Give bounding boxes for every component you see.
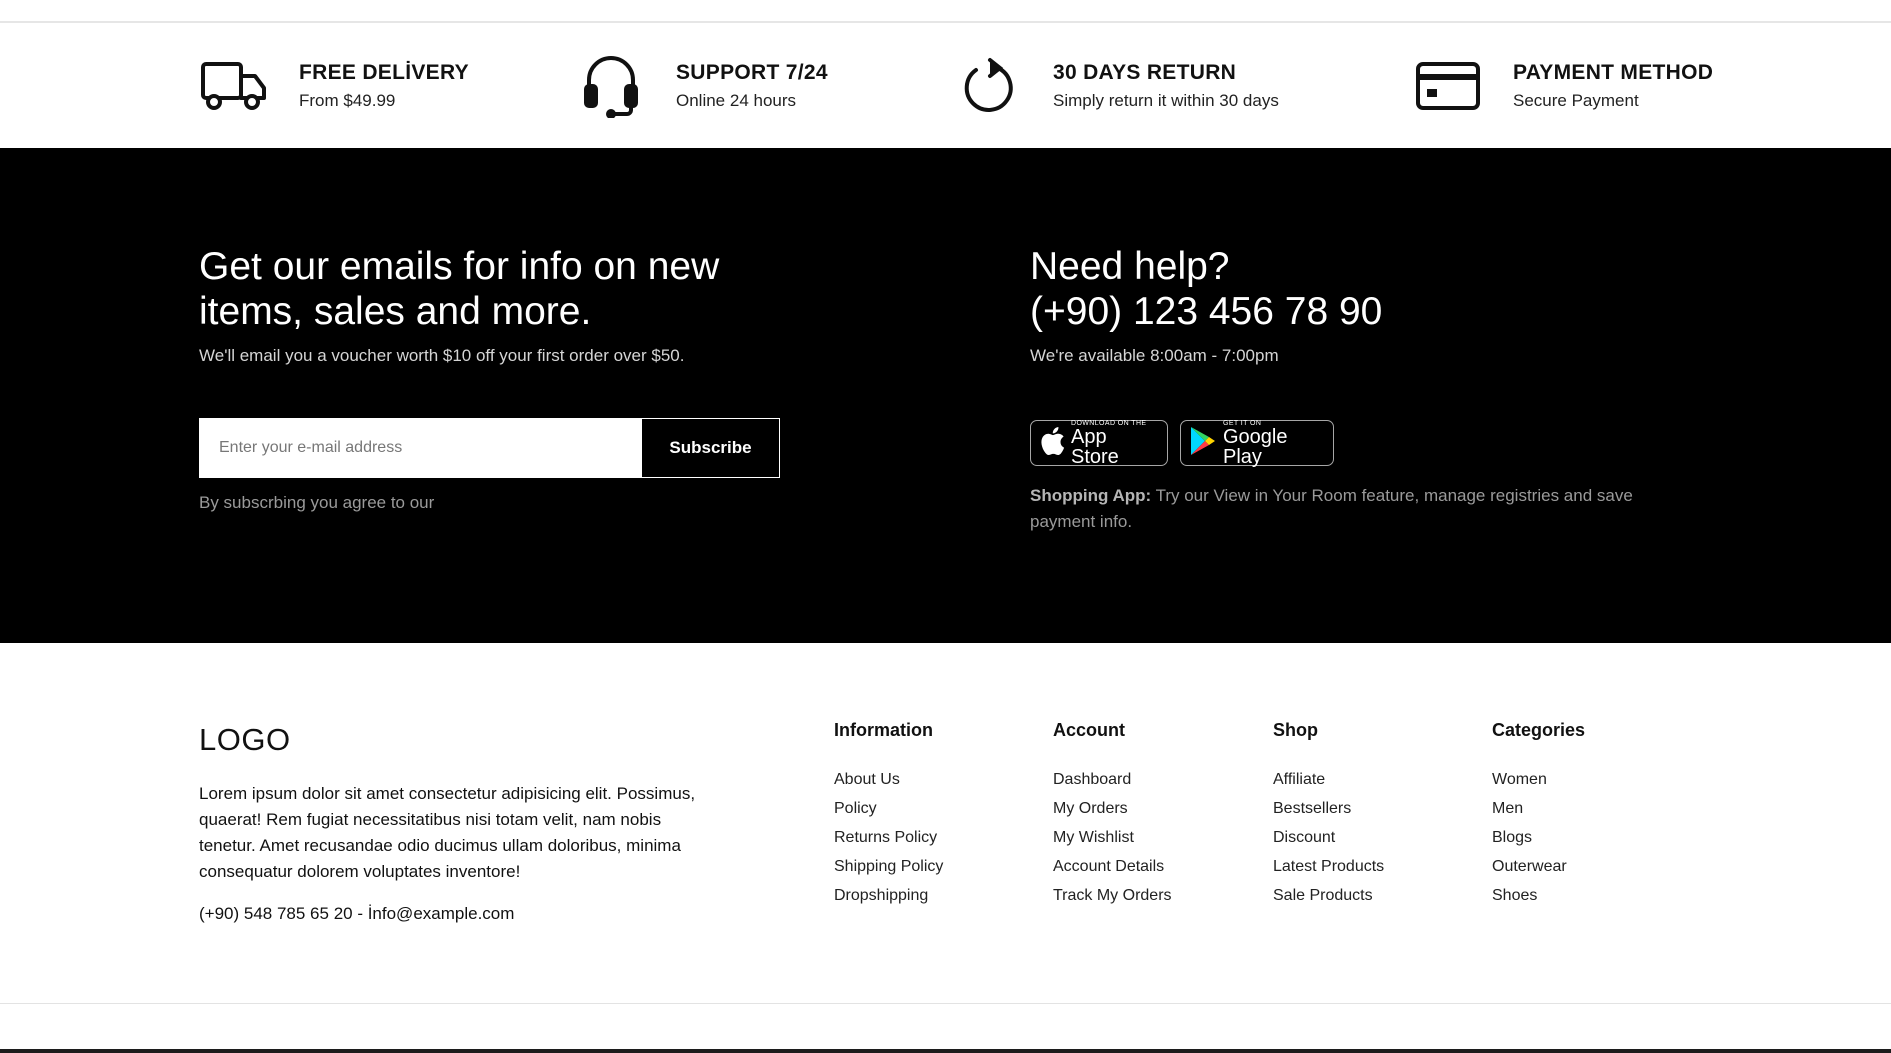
feature-title: FREE DELİVERY — [299, 61, 469, 84]
footer-link[interactable]: Latest Products — [1273, 852, 1384, 881]
feature-title: 30 DAYS RETURN — [1053, 61, 1237, 84]
footer-column-information: Information About Us Policy Returns Poli… — [834, 720, 943, 910]
site-footer: LOGO Lorem ipsum dolor sit amet consecte… — [0, 643, 1891, 1003]
feature-payment: PAYMENT METHOD Secure Payment — [1413, 49, 1713, 123]
footer-column-title: Information — [834, 720, 933, 740]
footer-link[interactable]: Bestsellers — [1273, 794, 1384, 823]
feature-title: SUPPORT 7/24 — [676, 61, 828, 84]
headset-icon — [576, 56, 646, 118]
shopping-app-description: Shopping App: Try our View in Your Room … — [1030, 483, 1670, 535]
feature-support: SUPPORT 7/24 Online 24 hours — [576, 49, 828, 123]
feature-title: PAYMENT METHOD — [1513, 61, 1714, 84]
footer-link[interactable]: Shoes — [1492, 881, 1585, 910]
footer-column-title: Account — [1053, 720, 1125, 740]
google-play-icon — [1189, 426, 1217, 461]
google-play-badge[interactable]: GET IT ON Google Play — [1180, 420, 1334, 468]
footer-link[interactable]: My Wishlist — [1053, 823, 1172, 852]
footer-link[interactable]: Account Details — [1053, 852, 1172, 881]
footer-column-shop: Shop Affiliate Bestsellers Discount Late… — [1273, 720, 1384, 910]
credit-card-icon — [1413, 56, 1483, 116]
footer-link[interactable]: Shipping Policy — [834, 852, 943, 881]
google-play-label: Google Play — [1223, 425, 1288, 468]
footer-link[interactable]: Affiliate — [1273, 765, 1384, 794]
footer-link[interactable]: Dashboard — [1053, 765, 1172, 794]
footer-link[interactable]: Policy — [834, 794, 943, 823]
footer-link[interactable]: Discount — [1273, 823, 1384, 852]
app-store-badge[interactable]: DOWNLOAD ON THE App Store — [1030, 420, 1168, 468]
newsletter-title: Get our emails for info on new items, sa… — [199, 245, 720, 333]
footer-column-account: Account Dashboard My Orders My Wishlist … — [1053, 720, 1172, 910]
shopping-app-label: Shopping App: — [1030, 486, 1152, 505]
feature-returns: 30 DAYS RETURN Simply return it within 3… — [953, 49, 1279, 123]
features-bar: FREE DELİVERY From $49.99 SUPPORT 7/24 O… — [0, 22, 1891, 148]
help-phone: (+90) 123 456 78 90 — [1030, 290, 1383, 333]
footer-link[interactable]: Outerwear — [1492, 852, 1585, 881]
footer-link[interactable]: Track My Orders — [1053, 881, 1172, 910]
feature-subtitle: Secure Payment — [1513, 91, 1639, 110]
help-title: Need help? — [1030, 245, 1230, 288]
feature-subtitle: Online 24 hours — [676, 91, 797, 110]
footer-link[interactable]: Blogs — [1492, 823, 1585, 852]
footer-link[interactable]: Sale Products — [1273, 881, 1384, 910]
footer-link[interactable]: Women — [1492, 765, 1585, 794]
newsletter-band: Get our emails for info on new items, sa… — [0, 148, 1891, 643]
footer-column-categories: Categories Women Men Blogs Outerwear Sho… — [1492, 720, 1585, 910]
app-store-badges: DOWNLOAD ON THE App Store GET IT ON Goog… — [1030, 420, 1334, 468]
bottom-bar — [0, 1049, 1891, 1053]
top-border — [0, 0, 1891, 22]
footer-link[interactable]: Returns Policy — [834, 823, 943, 852]
feature-free-delivery: FREE DELİVERY From $49.99 — [199, 49, 469, 123]
newsletter-form: Subscribe — [199, 418, 780, 478]
footer-link[interactable]: My Orders — [1053, 794, 1172, 823]
feature-subtitle: Simply return it within 30 days — [1053, 91, 1279, 110]
subscribe-agree-text: By subscrbing you agree to our — [199, 493, 435, 512]
feature-subtitle: From $49.99 — [299, 91, 396, 110]
footer-contact: (+90) 548 785 65 20 - İnfo@example.com — [199, 904, 515, 923]
app-store-label: App Store — [1071, 425, 1119, 468]
apple-icon — [1039, 426, 1065, 461]
footer-column-title: Shop — [1273, 720, 1318, 740]
help-heading: Need help? (+90) 123 456 78 90 — [1030, 244, 1382, 334]
footer-link[interactable]: Dropshipping — [834, 881, 943, 910]
email-input[interactable] — [200, 419, 641, 477]
refresh-icon — [953, 56, 1023, 116]
footer-logo[interactable]: LOGO — [199, 722, 291, 758]
newsletter-subtitle: We'll email you a voucher worth $10 off … — [199, 346, 685, 365]
truck-icon — [199, 56, 269, 116]
subscribe-button[interactable]: Subscribe — [641, 419, 779, 477]
footer-divider — [0, 1003, 1891, 1004]
footer-column-title: Categories — [1492, 720, 1586, 740]
footer-link[interactable]: Men — [1492, 794, 1585, 823]
footer-link[interactable]: About Us — [834, 765, 943, 794]
help-availability: We're available 8:00am - 7:00pm — [1030, 346, 1279, 365]
footer-about-text: Lorem ipsum dolor sit amet consectetur a… — [199, 784, 696, 881]
